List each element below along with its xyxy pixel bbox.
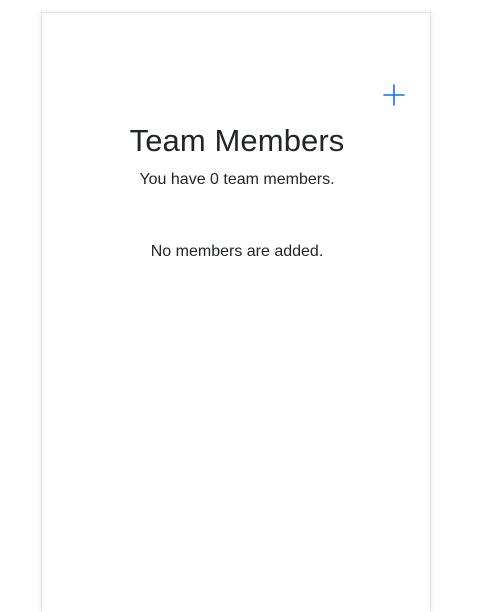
team-members-card: Team Members You have 0 team members. No… bbox=[41, 12, 431, 612]
plus-icon bbox=[383, 84, 405, 106]
member-count-text: You have 0 team members. bbox=[139, 171, 335, 188]
add-member-button[interactable] bbox=[382, 83, 406, 107]
empty-state-message: No members are added. bbox=[150, 243, 324, 260]
page-title: Team Members bbox=[129, 123, 345, 158]
